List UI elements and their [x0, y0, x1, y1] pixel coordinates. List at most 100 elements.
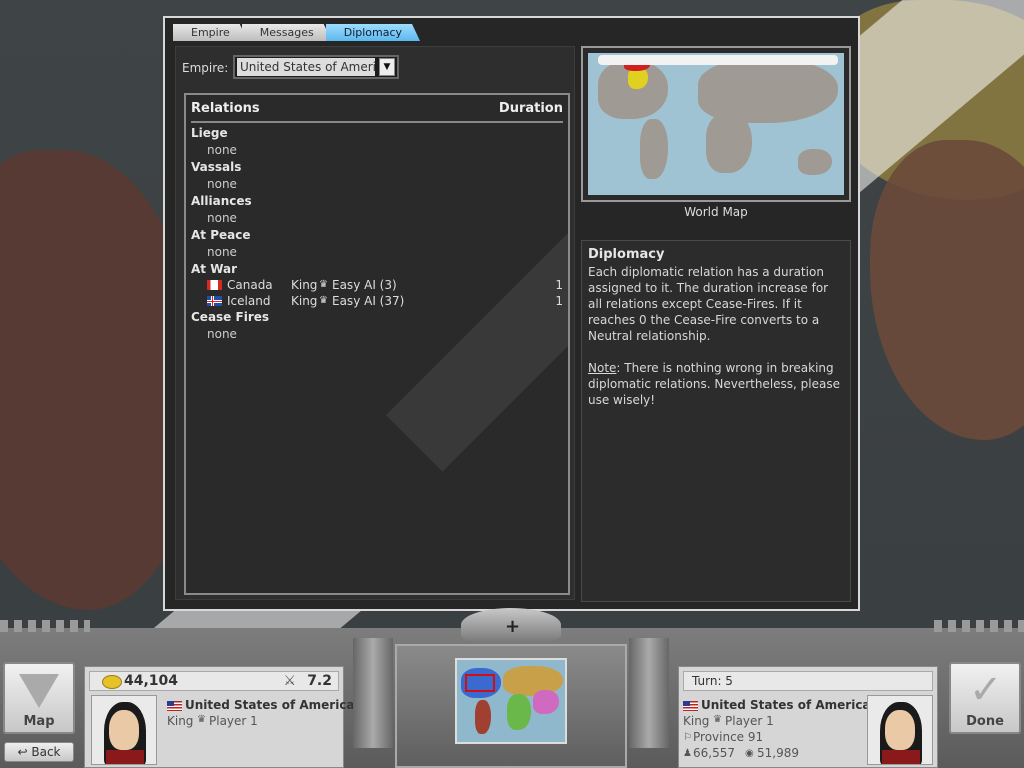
map-landmass [798, 149, 832, 175]
country-name: Iceland [227, 294, 271, 308]
player-title: King [167, 714, 194, 728]
duration-value: 1 [555, 278, 563, 292]
relation-none: none [207, 327, 237, 341]
gold-icon [102, 675, 122, 689]
empire-label: Empire: [182, 61, 229, 75]
relation-none: none [207, 143, 237, 157]
category-vassals: Vassals [191, 160, 242, 174]
avatar[interactable] [91, 695, 157, 765]
avatar-body [106, 750, 144, 764]
tab-messages[interactable]: Messages [242, 24, 332, 41]
population-value: 66,557 [693, 746, 735, 760]
category-alliances: Alliances [191, 194, 252, 208]
diplomacy-info-box: Diplomacy Each diplomatic relation has a… [581, 240, 851, 602]
province-name: Province 91 [693, 730, 764, 744]
viewport-indicator[interactable] [465, 674, 495, 692]
player-country: United States of America [185, 698, 355, 712]
duration-value: 1 [555, 294, 563, 308]
world-map-frame[interactable] [581, 46, 851, 202]
back-button[interactable]: ↩ Back [4, 742, 74, 762]
category-at-war: At War [191, 262, 238, 276]
map-button-label: Map [23, 714, 55, 729]
relation-none: none [207, 177, 237, 191]
player-name: Player 1 [209, 714, 258, 728]
ruler-title: King [291, 278, 318, 292]
tab-empire[interactable]: Empire [173, 24, 248, 41]
info-text: Each diplomatic relation has a duration … [588, 265, 829, 343]
country-name: Canada [227, 278, 273, 292]
turn-label: Turn: 5 [692, 674, 733, 688]
done-button[interactable]: ✓ Done [949, 662, 1021, 734]
crown-icon: ♛ [197, 714, 206, 725]
duration-title: Duration [498, 101, 563, 116]
player-country: United States of America [701, 698, 871, 712]
relation-none: none [207, 245, 237, 259]
avatar-face [885, 710, 915, 750]
empire-dropdown[interactable]: United States of America ▼ [233, 55, 399, 79]
diplomacy-dialog: Empire Messages Diplomacy Empire: United… [163, 16, 860, 611]
war-row-canada[interactable]: Canada King ♛ Easy AI (3) 1 [191, 277, 563, 293]
note-label: Note [588, 361, 617, 375]
ai-label: Easy AI (3) [332, 278, 397, 292]
relations-header: Relations Duration [191, 101, 563, 123]
military-value: 7.2 [307, 673, 332, 689]
crown-icon: ♛ [319, 279, 328, 290]
info-title: Diplomacy [588, 247, 665, 262]
empire-dropdown-value: United States of America [237, 58, 375, 76]
map-button[interactable]: Map [3, 662, 75, 734]
canada-flag-icon [207, 280, 222, 290]
player-name: Player 1 [725, 714, 774, 728]
crown-icon: ♛ [319, 295, 328, 306]
resource-bar: 44,104 ⚔ 7.2 [89, 671, 339, 691]
sword-icon: ⚔ [283, 673, 296, 689]
iceland-flag-icon [207, 296, 222, 306]
hud-battlement [934, 620, 1024, 632]
map-icecap [598, 55, 838, 65]
gold-value: 44,104 [124, 673, 179, 689]
frame-pillar [353, 638, 393, 748]
hud-battlement [0, 620, 90, 632]
income-value: 51,989 [757, 746, 799, 760]
zoom-in-icon[interactable]: + [505, 616, 520, 637]
note-text: : There is nothing wrong in breaking dip… [588, 361, 840, 407]
relations-list-box: Relations Duration Liege none Vassals no… [184, 93, 570, 595]
relations-list: Liege none Vassals none Alliances none A… [191, 125, 563, 343]
triangle-down-icon [19, 674, 59, 708]
crown-icon: ♛ [713, 714, 722, 725]
minimap-frame: + [345, 608, 677, 768]
money-icon: ◉ [745, 748, 754, 759]
map-landmass [475, 700, 491, 734]
map-landmass [706, 113, 752, 173]
tab-diplomacy[interactable]: Diplomacy [326, 24, 420, 41]
player-info-panel: 44,104 ⚔ 7.2 United States of America Ki… [84, 666, 355, 768]
relations-title: Relations [191, 101, 260, 116]
checkmark-icon: ✓ [969, 667, 1003, 713]
turn-bar: Turn: 5 [683, 671, 933, 691]
turn-info-panel: Turn: 5 United States of America King ♛ … [678, 666, 938, 768]
chevron-down-icon[interactable]: ▼ [379, 58, 395, 76]
category-liege: Liege [191, 126, 228, 140]
map-landmass [507, 694, 531, 730]
category-cease-fires: Cease Fires [191, 310, 270, 324]
category-at-peace: At Peace [191, 228, 251, 242]
avatar-body [882, 750, 920, 764]
tab-bar: Empire Messages Diplomacy [173, 24, 414, 42]
world-map-caption: World Map [684, 205, 748, 219]
player-title: King [683, 714, 710, 728]
usa-flag-icon [167, 701, 182, 711]
province-icon: ⚐ [683, 732, 692, 743]
relations-panel: Empire: United States of America ▼ Relat… [175, 46, 575, 600]
ai-label: Easy AI (37) [332, 294, 405, 308]
avatar[interactable] [867, 695, 933, 765]
bottom-hud: Map ↩ Back ✓ Done 44,104 ⚔ 7.2 United St… [0, 608, 1024, 768]
done-button-label: Done [966, 714, 1004, 729]
war-row-iceland[interactable]: Iceland King ♛ Easy AI (37) 1 [191, 293, 563, 309]
minimap[interactable] [455, 658, 567, 744]
population-icon: ♟ [683, 748, 692, 759]
map-landmass [533, 690, 559, 714]
world-map-image[interactable] [588, 53, 844, 195]
info-note: Note: There is nothing wrong in breaking… [588, 360, 844, 408]
ruler-title: King [291, 294, 318, 308]
frame-pillar [629, 638, 669, 748]
avatar-face [109, 710, 139, 750]
